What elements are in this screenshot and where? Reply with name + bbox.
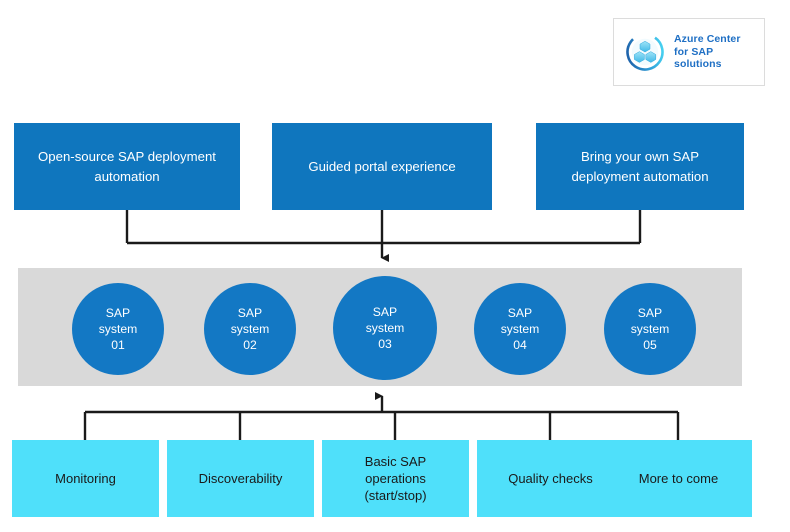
bottom-box-more-to-come: More to come bbox=[605, 440, 752, 517]
sap-system-circle-01-line-3: 01 bbox=[111, 338, 125, 353]
sap-system-circle-04: SAP system 04 bbox=[474, 283, 566, 375]
bottom-box-quality-checks: Quality checks bbox=[477, 440, 624, 517]
sap-system-circle-04-line-3: 04 bbox=[513, 338, 527, 353]
sap-system-circle-03-line-1: SAP bbox=[372, 304, 398, 319]
top-box-bring-your-own-automation: Bring your own SAP deployment automation bbox=[536, 123, 744, 210]
bottom-box-basic-sap-operations-line-3: (start/stop) bbox=[364, 488, 427, 504]
bottom-box-discoverability: Discoverability bbox=[167, 440, 314, 517]
azure-center-for-sap-solutions-logo: Azure Center for SAP solutions bbox=[613, 18, 765, 86]
sap-system-circle-03-line-2: system bbox=[365, 320, 405, 335]
sap-system-circle-02-line-1: SAP bbox=[237, 305, 263, 320]
top-box-guided-portal-experience: Guided portal experience bbox=[272, 123, 492, 210]
sap-system-circle-04-line-1: SAP bbox=[507, 305, 533, 320]
sap-system-circle-05-line-2: system bbox=[630, 321, 670, 336]
logo-line-2: for SAP bbox=[674, 45, 714, 58]
sap-system-circle-05-line-1: SAP bbox=[637, 305, 663, 320]
logo-line-3: solutions bbox=[674, 58, 722, 71]
sap-system-circle-03-line-3: 03 bbox=[378, 337, 392, 352]
sap-system-circle-05-line-3: 05 bbox=[643, 338, 657, 353]
bottom-box-more-to-come-line-1: More to come bbox=[638, 470, 719, 486]
logo-line-1: Azure Center bbox=[674, 33, 741, 46]
sap-system-circle-01-line-1: SAP bbox=[105, 305, 131, 320]
bottom-box-basic-sap-operations: Basic SAP operations (start/stop) bbox=[322, 440, 469, 517]
azure-center-sap-cubes-icon bbox=[622, 29, 668, 75]
sap-system-circle-02: SAP system 02 bbox=[204, 283, 296, 375]
sap-system-circle-02-line-3: 02 bbox=[243, 338, 257, 353]
bottom-box-monitoring-line-1: Monitoring bbox=[55, 470, 116, 486]
logo-wordmark: Azure Center for SAP solutions bbox=[674, 33, 741, 70]
sap-system-circle-03: SAP system 03 bbox=[333, 276, 437, 380]
bottom-connector-group bbox=[83, 392, 680, 440]
bottom-box-discoverability-line-1: Discoverability bbox=[198, 470, 283, 486]
sap-system-circle-05: SAP system 05 bbox=[604, 283, 696, 375]
sap-system-circle-02-line-2: system bbox=[230, 321, 270, 336]
diagram-canvas: Azure Center for SAP solutions Open-sour… bbox=[0, 0, 790, 532]
bottom-box-quality-checks-line-1: Quality checks bbox=[508, 470, 593, 486]
sap-system-circle-01: SAP system 01 bbox=[72, 283, 164, 375]
sap-system-circle-04-line-2: system bbox=[500, 321, 540, 336]
sap-system-circle-01-line-2: system bbox=[98, 321, 138, 336]
top-box-open-source-automation: Open-source SAP deployment automation bbox=[14, 123, 240, 210]
top-connector-group bbox=[125, 210, 642, 262]
bottom-box-basic-sap-operations-line-1: Basic SAP bbox=[364, 453, 427, 469]
bottom-box-basic-sap-operations-line-2: operations bbox=[365, 470, 426, 486]
bottom-box-monitoring: Monitoring bbox=[12, 440, 159, 517]
